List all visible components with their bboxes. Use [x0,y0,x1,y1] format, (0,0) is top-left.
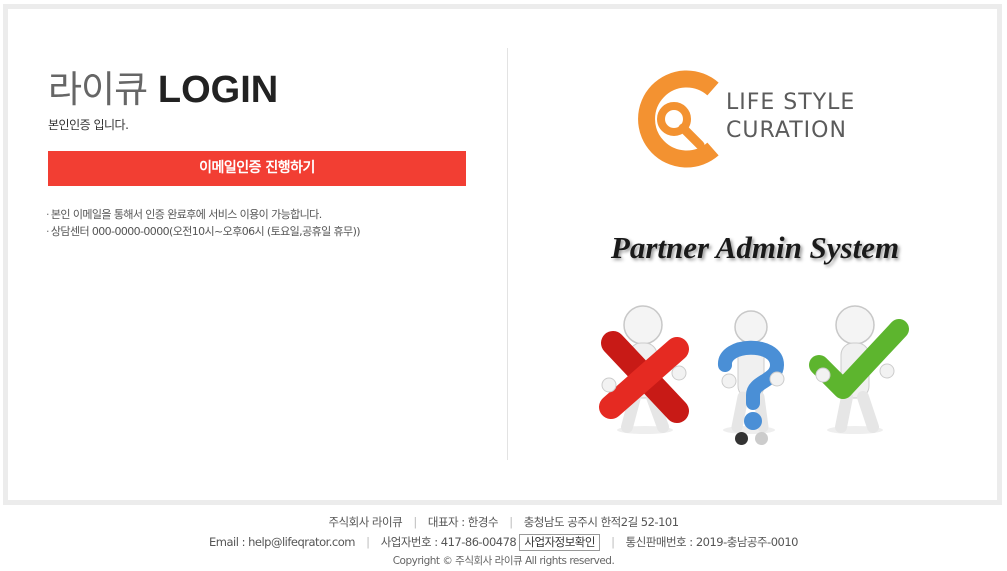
brand-logo: LIFE STYLE CURATION [630,67,870,179]
footer-mail-order-number: 통신판매번호 : 2019-충남공주-0010 [625,535,799,549]
footer-email: Email : help@lifeqrator.com [209,535,355,549]
footer-separator: | [413,515,417,529]
footer-ceo: 대표자 : 한경수 [427,515,499,529]
title-korean: 라이큐 [48,68,148,111]
partner-admin-headline: Partner Admin System [610,230,900,265]
question-figure-icon [718,310,785,434]
green-check-figure-icon [809,305,909,434]
footer: 주식회사 라이큐 | 대표자 : 한경수 | 충청남도 공주시 한적2길 52-… [0,512,1007,570]
red-x-figure-icon [599,305,689,434]
footer-address: 충청남도 공주시 한적2길 52-101 [523,515,679,529]
footer-line-1: 주식회사 라이큐 | 대표자 : 한경수 | 충청남도 공주시 한적2길 52-… [0,512,1007,532]
footer-separator: | [366,535,370,549]
title-login: LOGIN [157,69,279,111]
footer-line-2: Email : help@lifeqrator.com | 사업자번호 : 41… [0,532,1007,552]
slider-illustration [599,305,909,434]
page-title: 라이큐 LOGIN [48,66,278,114]
slider-dots [735,430,770,449]
login-subtitle: 본인인증 입니다. [48,118,129,132]
biz-info-check-button[interactable]: 사업자정보확인 [519,534,600,551]
copyright: Copyright © 주식회사 라이큐 All rights reserved… [392,555,615,567]
notice-item: 상담센터 000-0000-0000(오전10시~오후06시 (토요일,공휴일 … [46,223,361,240]
slider-dot-2[interactable] [755,432,769,445]
email-verify-button[interactable]: 이메일인증 진행하기 [48,151,466,186]
logo-text: LIFE STYLE CURATION [726,89,855,145]
curation-logo-icon [638,70,719,168]
slider-dot-1[interactable] [735,432,748,445]
logo-line-1: LIFE STYLE [726,90,856,115]
footer-separator: | [611,535,615,549]
footer-company: 주식회사 라이큐 [328,515,403,529]
notice-list: 본인 이메일을 통해서 인증 완료후에 서비스 이용이 가능합니다. 상담센터 … [46,206,361,240]
footer-separator: | [509,515,513,529]
footer-biz-number: 사업자번호 : 417-86-00478 [380,535,517,549]
logo-line-2: CURATION [726,118,847,143]
notice-item: 본인 이메일을 통해서 인증 완료후에 서비스 이용이 가능합니다. [46,206,360,223]
panel-divider [507,48,508,460]
